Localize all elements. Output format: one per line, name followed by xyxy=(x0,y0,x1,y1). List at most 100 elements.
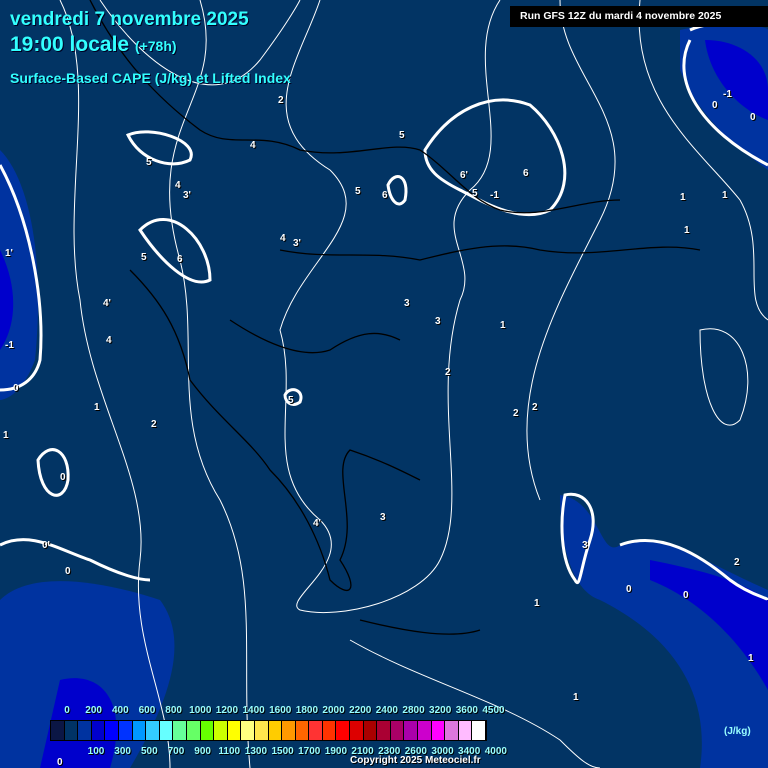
contour-label: 6 xyxy=(177,254,183,265)
legend-label-bottom: 300 xyxy=(114,746,131,757)
legend-swatch xyxy=(254,721,269,740)
legend-swatch xyxy=(418,721,432,740)
contour-label: 5 xyxy=(146,157,152,168)
legend-swatch xyxy=(268,721,283,740)
contour-label: 0 xyxy=(626,584,632,595)
contour-label: 1 xyxy=(722,190,728,201)
map-canvas xyxy=(0,0,768,768)
contour-label: -1 xyxy=(723,89,732,100)
contour-label: 4' xyxy=(313,518,321,529)
legend-label-bottom: 1300 xyxy=(244,746,268,757)
legend-label-top: 2000 xyxy=(322,705,345,716)
contour-label: 5 xyxy=(141,252,147,263)
contour-label: 1 xyxy=(534,598,540,609)
legend-label-bottom: 900 xyxy=(194,746,211,757)
coastlines-borders xyxy=(89,0,701,635)
contour-label: 1' xyxy=(5,248,13,259)
legend-label-top: 200 xyxy=(85,705,102,716)
legend-label-top: 1400 xyxy=(242,705,265,716)
legend-label-top: 2400 xyxy=(375,705,398,716)
legend-label-top: 2800 xyxy=(402,705,425,716)
contour-label: 0 xyxy=(60,472,66,483)
legend-label-top: 4500 xyxy=(482,705,505,716)
legend-swatch xyxy=(282,721,296,740)
legend-swatch xyxy=(118,721,133,740)
contour-label: 3 xyxy=(404,298,410,309)
copyright: Copyright 2025 Meteociel.fr xyxy=(350,755,481,766)
legend-label-top: 1600 xyxy=(269,705,292,716)
contour-label: 5 xyxy=(288,395,294,406)
local-time: 19:00 locale xyxy=(10,33,130,56)
legend-swatch xyxy=(350,721,364,740)
parameter-title: Surface-Based CAPE (J/kg) et Lifted Inde… xyxy=(10,70,291,86)
legend-unit: (J/kg) xyxy=(724,726,751,737)
contour-label: 5 xyxy=(355,186,361,197)
contour-label: 6 xyxy=(523,168,529,179)
legend-swatch xyxy=(472,721,486,740)
contour-label: 0 xyxy=(750,112,756,123)
legend-swatch xyxy=(404,721,419,740)
contour-label: 3 xyxy=(380,512,386,523)
contour-label: 4' xyxy=(103,298,111,309)
legend-swatch xyxy=(445,721,459,740)
contour-label: 1 xyxy=(3,430,9,441)
contour-label: 5 xyxy=(472,188,478,199)
legend-label-top: 1800 xyxy=(295,705,319,716)
legend-swatch xyxy=(200,721,215,740)
legend-swatch xyxy=(295,721,310,740)
legend-label-top: 1200 xyxy=(215,705,239,716)
contour-label: 2 xyxy=(445,367,451,378)
legend-swatch xyxy=(431,721,446,740)
contour-label: 5 xyxy=(399,130,405,141)
contour-label: -1 xyxy=(490,190,499,201)
legend-swatch xyxy=(214,721,228,740)
legend-label-top: 3600 xyxy=(455,705,478,716)
legend-swatch xyxy=(336,721,351,740)
legend-label-bottom: 500 xyxy=(140,746,158,757)
contour-label: 0 xyxy=(65,566,71,577)
contour-label: 2 xyxy=(734,557,740,568)
legend-swatch xyxy=(377,721,391,740)
legend-swatch xyxy=(173,721,187,740)
contour-label: 4 xyxy=(250,140,256,151)
legend-label-top: 1000 xyxy=(189,705,212,716)
contour-label: 2 xyxy=(151,419,157,430)
legend-label-bottom: 700 xyxy=(167,746,185,757)
legend-label-bottom: 1700 xyxy=(298,746,321,757)
legend-label-top: 800 xyxy=(165,705,182,716)
contour-label: 4 xyxy=(280,233,286,244)
contour-label: 1 xyxy=(573,692,579,703)
legend-swatch xyxy=(64,721,79,740)
legend-swatch xyxy=(309,721,323,740)
legend-label-top: 0 xyxy=(64,705,70,716)
forecast-offset: (+78h) xyxy=(134,38,177,54)
legend-label-top: 3200 xyxy=(429,705,452,716)
legend-swatch xyxy=(146,721,160,740)
contour-label: 0 xyxy=(13,383,19,394)
contour-label: 2 xyxy=(532,402,538,413)
legend-label-bottom: 4000 xyxy=(484,746,507,757)
contour-label: 3 xyxy=(582,540,588,551)
forecast-date: vendredi 7 novembre 2025 xyxy=(10,9,249,30)
contour-label: 3' xyxy=(293,238,301,249)
legend-label-bottom: 1900 xyxy=(324,746,348,757)
legend-swatch xyxy=(241,721,255,740)
legend-swatch xyxy=(458,721,473,740)
legend-swatch xyxy=(363,721,378,740)
contour-label: 0 xyxy=(683,590,689,601)
contour-label: 3' xyxy=(183,190,191,201)
legend-swatch xyxy=(132,721,147,740)
contour-label: 4 xyxy=(175,180,181,191)
contour-label: 4 xyxy=(106,335,112,346)
contour-label: 0 xyxy=(57,757,63,768)
legend-swatch xyxy=(91,721,106,740)
weather-map: vendredi 7 novembre 2025 19:00 locale (+… xyxy=(0,0,768,768)
forecast-time: 19:00 locale (+78h) xyxy=(10,33,177,57)
contour-label: 3 xyxy=(435,316,441,327)
legend-label-bottom: 1500 xyxy=(271,746,294,757)
contour-label: 1 xyxy=(748,653,754,664)
contour-label: 1 xyxy=(500,320,506,331)
legend-label-bottom: 100 xyxy=(87,746,105,757)
legend-swatch xyxy=(51,721,65,740)
legend-swatch xyxy=(186,721,201,740)
